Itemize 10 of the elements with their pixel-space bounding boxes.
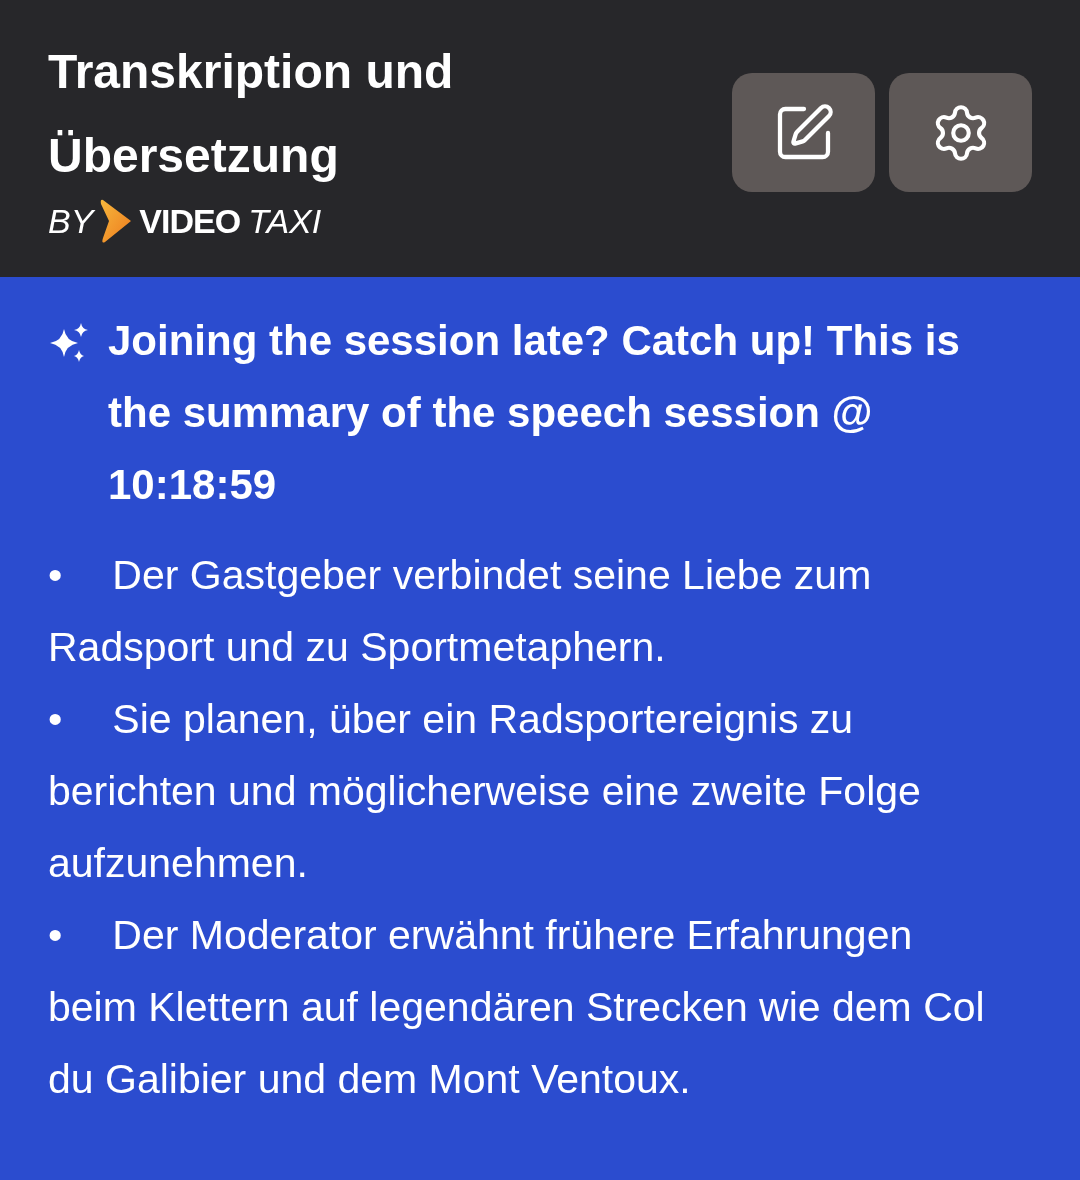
- settings-button[interactable]: [889, 73, 1032, 192]
- summary-heading: Joining the session late? Catch up! This is the summary of the speech session @ 10:18:59: [108, 316, 961, 510]
- summary-point: • Der Moderator erwähnt frühere Erfahrungen beim Klettern auf legendären Strecken wie dem Col du Galibier und dem Mont Ventoux.: [48, 911, 986, 1104]
- edit-button[interactable]: [732, 73, 875, 192]
- brand-by: BY: [48, 201, 94, 241]
- app-title: Transkription und Übersetzung: [48, 44, 455, 184]
- brand-name: TAXI: [248, 201, 322, 241]
- summary-point: • Der Gastgeber verbindet seine Liebe zum Radsport und zu Sportmetaphern.: [48, 551, 873, 672]
- summary-point: • Sie planen, über ein Radsportereignis zu berichten und möglicherweise eine zweite Folge aufzunehmen.: [48, 695, 922, 888]
- brand-name: VIDEO: [139, 201, 241, 241]
